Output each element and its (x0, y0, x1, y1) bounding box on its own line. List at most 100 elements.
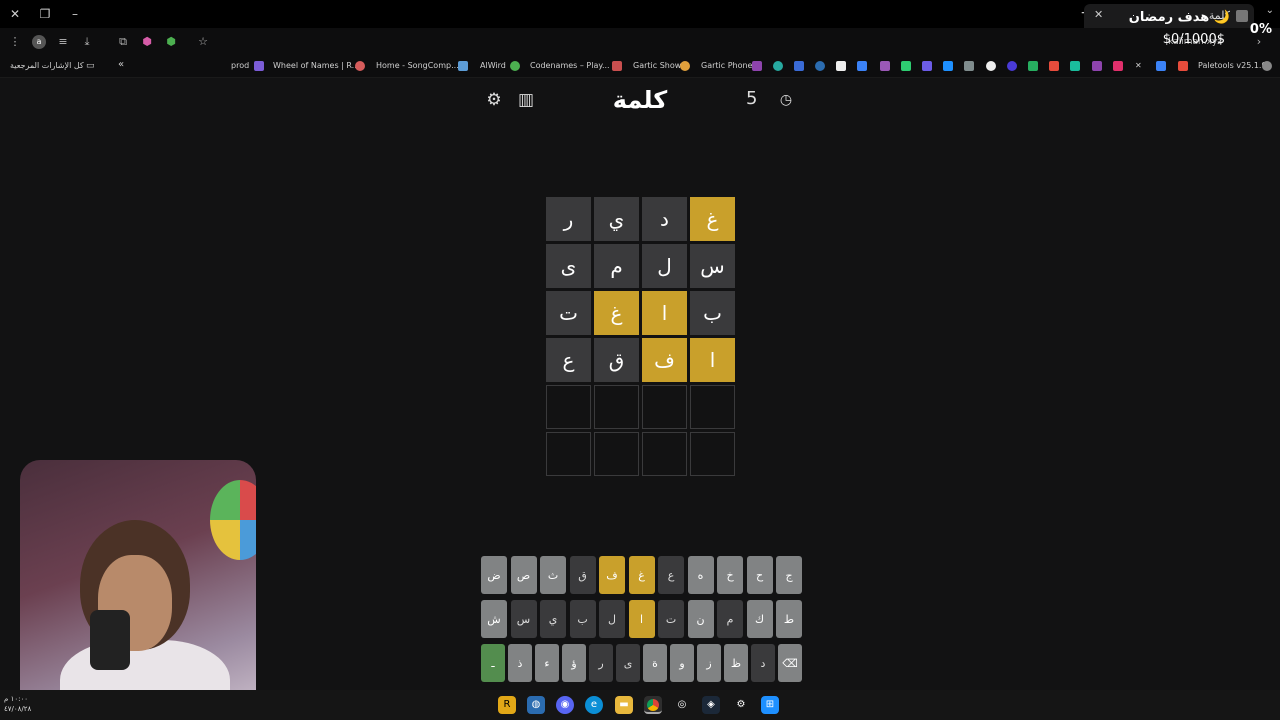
bookmark-codenames[interactable]: Codenames – Play... (530, 61, 610, 70)
keyboard-key[interactable]: م (717, 600, 743, 638)
bookmark-icon-15[interactable] (1070, 61, 1080, 71)
keyboard-key[interactable]: ش (481, 600, 507, 638)
bookmark-icon-12[interactable] (1007, 61, 1017, 71)
edge-icon[interactable]: e (585, 696, 603, 714)
windows-start-icon[interactable]: ⊞ (761, 696, 779, 714)
bookmark-icon-13[interactable] (1028, 61, 1038, 71)
file-explorer-icon[interactable]: ▬ (615, 696, 633, 714)
keyboard-key[interactable]: خ (717, 556, 743, 594)
bookmark-gartic-show[interactable]: Gartic Show (633, 61, 681, 70)
x-icon[interactable]: ✕ (1135, 61, 1142, 70)
settings-icon[interactable]: ⚙ (732, 696, 750, 714)
bookmark-icon-7[interactable] (901, 61, 911, 71)
bookmark-prod[interactable]: prod (231, 61, 249, 70)
keyboard-key[interactable]: غ (628, 556, 655, 594)
keyboard-key[interactable]: ه (687, 556, 714, 594)
rockstar-icon[interactable]: R (498, 696, 516, 714)
keyboard-key[interactable]: ص (510, 556, 537, 594)
keyboard-key[interactable]: ك (746, 600, 773, 638)
bookmark-gartic-phone[interactable]: Gartic Phone (701, 61, 752, 70)
grid-tile: م (594, 244, 639, 288)
keyboard-key[interactable]: ر (589, 644, 613, 682)
tab-search-icon[interactable]: ⌄ (1266, 5, 1274, 16)
bookmark-all-bookmarks[interactable]: كل الإشارات المرجعية (10, 61, 84, 70)
taskbar-clock[interactable]: ١٠:٠٠ م ٤٧/٠٨/٢٨ (4, 694, 31, 714)
steam-icon[interactable]: ◈ (702, 696, 720, 714)
keyboard-key[interactable]: ا (628, 600, 655, 638)
bookmark-icon-4[interactable] (836, 61, 846, 71)
keyboard-key[interactable]: ق (569, 556, 596, 594)
extensions-icon[interactable]: ⧉ (116, 35, 130, 49)
bookmark-icon-3[interactable] (815, 61, 825, 71)
bookmark-paletools[interactable]: Paletools v25.1.9 (1198, 61, 1267, 70)
keyboard-key[interactable]: ز (697, 644, 721, 682)
close-window-icon[interactable]: ✕ (6, 5, 24, 23)
discord-icon[interactable]: ◉ (556, 696, 574, 714)
bookmark-icon-9[interactable] (943, 61, 953, 71)
app-icon-blue[interactable]: ◍ (527, 696, 545, 714)
keyboard-key[interactable]: ج (776, 556, 802, 594)
bookmark-icon-11[interactable] (986, 61, 996, 71)
timer-clock-icon[interactable]: ◷ (776, 90, 796, 110)
bookmark-icon-16[interactable] (1092, 61, 1102, 71)
bookmark-icon-17[interactable] (1156, 61, 1166, 71)
chrome-icon[interactable] (644, 696, 662, 714)
stats-chart-icon[interactable]: ▥ (516, 90, 536, 110)
profile-avatar[interactable]: a (32, 35, 46, 49)
youtube-icon[interactable] (1178, 61, 1188, 71)
keyboard-key[interactable]: ث (540, 556, 566, 594)
back-icon[interactable]: › (1252, 35, 1266, 49)
enter-key[interactable]: ـ (481, 644, 505, 682)
more-bookmarks-icon[interactable]: « (118, 59, 124, 70)
keyboard-key[interactable]: ذ (508, 644, 532, 682)
keyboard-key[interactable]: ف (599, 556, 625, 594)
grid-tile (642, 432, 687, 476)
keyboard-key[interactable]: د (751, 644, 775, 682)
settings-gear-icon[interactable]: ⚙ (484, 90, 504, 110)
backspace-key[interactable]: ⌫ (778, 644, 802, 682)
bookmark-alwird[interactable]: AlWird (480, 61, 506, 70)
keyboard-row: ⌫ د ظ ز و ة ى ر ؤ ء ذ ـ (478, 644, 802, 682)
keyboard-key[interactable]: س (510, 600, 537, 638)
bookmark-star-icon[interactable]: ☆ (196, 35, 210, 49)
grid-tile: ل (642, 244, 687, 288)
instagram-icon[interactable] (1113, 61, 1123, 71)
keyboard-key[interactable]: ؤ (562, 644, 586, 682)
bookmark-icon-2[interactable] (794, 61, 804, 71)
bookmark-icon-1[interactable] (773, 61, 783, 71)
keyboard-key[interactable]: ت (658, 600, 684, 638)
keyboard-key[interactable]: ن (687, 600, 714, 638)
keyboard-key[interactable]: ط (776, 600, 802, 638)
tab-close-icon[interactable]: ✕ (1094, 8, 1103, 21)
extension-adblock-icon[interactable]: ⬢ (164, 35, 178, 49)
donation-goal-percent: 0% (1249, 22, 1272, 37)
reading-list-icon[interactable]: ≡ (56, 35, 70, 49)
bookmark-wheel-of-names[interactable]: Wheel of Names | R... (273, 61, 359, 70)
gartic-phone-icon (752, 61, 762, 71)
menu-icon[interactable]: ⋮ (8, 35, 22, 49)
keyboard-key[interactable]: و (670, 644, 694, 682)
keyboard-key[interactable]: ى (616, 644, 640, 682)
restore-window-icon[interactable]: ❐ (36, 5, 54, 23)
keyboard-key[interactable]: ظ (724, 644, 748, 682)
keyboard-key[interactable]: ي (540, 600, 566, 638)
keyboard-key[interactable]: ء (535, 644, 559, 682)
bookmark-icon-10[interactable] (964, 61, 974, 71)
keyboard-key[interactable]: ب (569, 600, 596, 638)
keyboard-row: جحخهعغفقثصض (478, 556, 802, 594)
grid-tile (690, 385, 735, 429)
minimize-window-icon[interactable]: – (66, 5, 84, 23)
keyboard-key[interactable]: ع (658, 556, 684, 594)
bookmark-icon-14[interactable] (1049, 61, 1059, 71)
bookmark-icon-8[interactable] (922, 61, 932, 71)
keyboard-key[interactable]: ح (746, 556, 773, 594)
bookmark-icon-5[interactable] (857, 61, 867, 71)
download-icon[interactable]: ⤓ (80, 35, 94, 49)
keyboard-key[interactable]: ل (599, 600, 625, 638)
extension-shield-icon[interactable]: ⬢ (140, 35, 154, 49)
bookmark-songcomp[interactable]: Home - SongComp... (376, 61, 459, 70)
keyboard-key[interactable]: ة (643, 644, 667, 682)
bookmark-icon-6[interactable] (880, 61, 890, 71)
obs-icon[interactable]: ◎ (673, 696, 691, 714)
keyboard-key[interactable]: ض (481, 556, 507, 594)
